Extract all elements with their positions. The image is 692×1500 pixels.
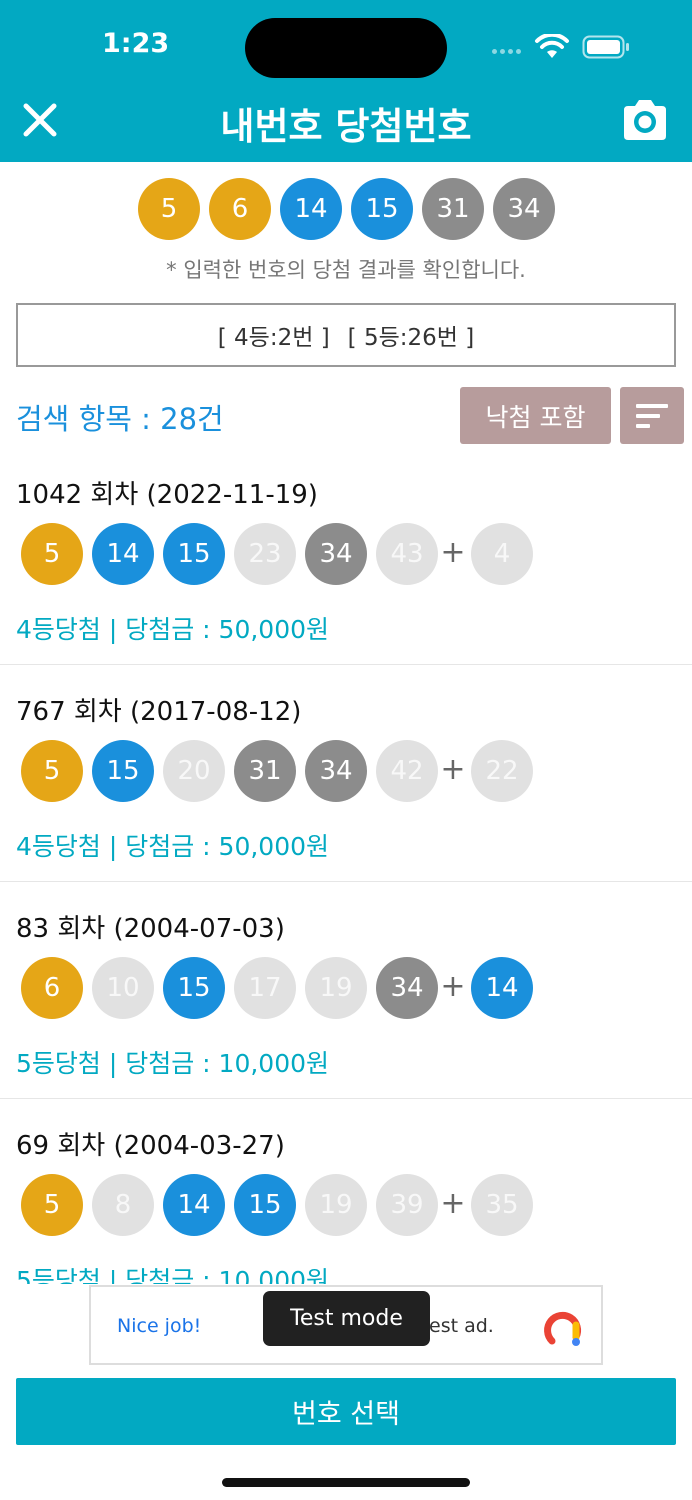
number-ball: 14	[92, 523, 154, 585]
number-ball: 15	[163, 523, 225, 585]
number-ball: 6	[209, 178, 271, 240]
result-summary: [ 4등:2번 ] [ 5등:26번 ]	[16, 303, 676, 367]
number-ball: 10	[92, 957, 154, 1019]
number-ball: 5	[21, 1174, 83, 1236]
number-ball: 6	[21, 957, 83, 1019]
summary-rank5: [ 5등:26번 ]	[347, 325, 475, 351]
sort-icon	[636, 404, 668, 408]
number-ball: 14	[163, 1174, 225, 1236]
number-ball: 15	[92, 740, 154, 802]
number-ball: 39	[376, 1174, 438, 1236]
number-ball: 23	[234, 523, 296, 585]
result-item[interactable]: 69 회차 (2004-03-27) 5 8 14 15 19 39 +35 5등당첨 | 당첨…	[0, 1099, 692, 1284]
number-ball: 17	[234, 957, 296, 1019]
bonus-ball: 14	[471, 957, 533, 1019]
number-ball: 8	[92, 1174, 154, 1236]
signal-icon	[492, 49, 521, 54]
bonus-plus: +	[440, 1186, 466, 1221]
select-numbers-button[interactable]: 번호 선택	[16, 1378, 676, 1445]
number-ball: 15	[163, 957, 225, 1019]
test-mode-toast: Test mode	[263, 1291, 430, 1346]
ad-test-text: est ad.	[429, 1315, 494, 1337]
camera-icon[interactable]	[620, 98, 670, 142]
number-ball: 34	[493, 178, 555, 240]
number-ball: 14	[280, 178, 342, 240]
wifi-icon	[535, 34, 569, 58]
prize-text: 4등당첨 | 당첨금 : 50,000원	[16, 832, 330, 861]
number-ball: 34	[305, 740, 367, 802]
prize-text: 5등당첨 | 당첨금 : 10,000원	[16, 1049, 330, 1078]
bonus-plus: +	[440, 535, 466, 570]
result-list[interactable]: 1042 회차 (2022-11-19) 5 14 15 23 34 43 +4 4등당첨 | …	[0, 448, 692, 1284]
number-ball: 15	[234, 1174, 296, 1236]
number-ball: 20	[163, 740, 225, 802]
status-time: 1:23	[102, 28, 170, 59]
round-title: 767 회차 (2017-08-12)	[16, 697, 302, 727]
number-ball: 43	[376, 523, 438, 585]
hint-text: * 입력한 번호의 당첨 결과를 확인합니다.	[166, 258, 526, 282]
ad-nice-text: Nice job!	[117, 1315, 202, 1337]
sort-button[interactable]	[620, 387, 684, 444]
number-ball: 15	[351, 178, 413, 240]
number-ball: 5	[21, 740, 83, 802]
page-title: 내번호 당첨번호	[220, 105, 472, 148]
bonus-plus: +	[440, 969, 466, 1004]
result-item[interactable]: 1042 회차 (2022-11-19) 5 14 15 23 34 43 +4 4등당첨 | …	[0, 448, 692, 665]
dynamic-island	[245, 18, 447, 78]
search-count: 검색 항목 : 28건	[16, 402, 224, 436]
round-title: 1042 회차 (2022-11-19)	[16, 480, 318, 510]
bonus-ball: 4	[471, 523, 533, 585]
bonus-ball: 22	[471, 740, 533, 802]
number-ball: 19	[305, 1174, 367, 1236]
number-ball: 31	[422, 178, 484, 240]
battery-icon	[582, 35, 629, 59]
admob-logo-icon	[544, 1311, 582, 1346]
number-ball: 19	[305, 957, 367, 1019]
result-item[interactable]: 83 회차 (2004-07-03) 6 10 15 17 19 34 +14 5등당첨 | 당…	[0, 882, 692, 1099]
round-title: 83 회차 (2004-07-03)	[16, 914, 285, 944]
bonus-ball: 35	[471, 1174, 533, 1236]
summary-rank4: [ 4등:2번 ]	[217, 325, 330, 351]
app-header: 1:23 내번호 당첨번호	[0, 0, 692, 162]
number-ball: 31	[234, 740, 296, 802]
number-ball: 34	[376, 957, 438, 1019]
prize-text: 4등당첨 | 당첨금 : 50,000원	[16, 615, 330, 644]
include-lose-button[interactable]: 낙첨 포함	[460, 387, 611, 444]
round-title: 69 회차 (2004-03-27)	[16, 1131, 285, 1161]
home-indicator	[222, 1478, 470, 1487]
result-item[interactable]: 767 회차 (2017-08-12) 5 15 20 31 34 42 +22 4등당첨 | …	[0, 665, 692, 882]
prize-text: 5등당첨 | 당첨금 : 10,000원	[16, 1266, 330, 1284]
number-ball: 5	[138, 178, 200, 240]
bonus-plus: +	[440, 752, 466, 787]
number-ball: 42	[376, 740, 438, 802]
number-ball: 34	[305, 523, 367, 585]
number-ball: 5	[21, 523, 83, 585]
